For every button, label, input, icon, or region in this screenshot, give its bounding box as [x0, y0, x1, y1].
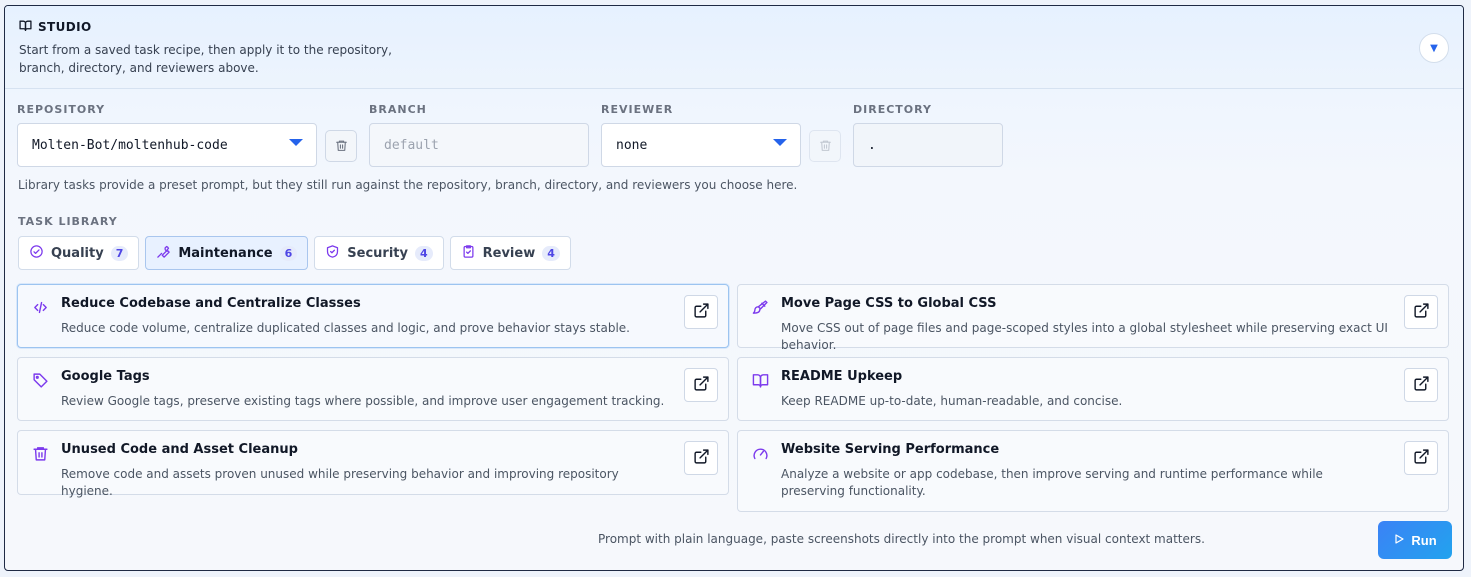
library-tabs: Quality 7 Maintenance 6 Security 4 Revie… — [18, 236, 571, 270]
tab-review[interactable]: Review 4 — [449, 236, 571, 270]
tab-maintenance[interactable]: Maintenance 6 — [145, 236, 309, 270]
run-button[interactable]: Run — [1378, 521, 1452, 559]
open-task-button[interactable] — [1404, 441, 1438, 475]
shield-check-icon — [325, 244, 340, 263]
tab-count: 7 — [110, 245, 129, 261]
open-task-button[interactable] — [1404, 295, 1438, 329]
tab-quality[interactable]: Quality 7 — [18, 236, 140, 270]
external-link-icon — [693, 375, 710, 396]
task-card-title: Move Page CSS to Global CSS — [781, 296, 997, 311]
task-card-description: Move CSS out of page files and page-scop… — [781, 321, 1388, 352]
open-task-button[interactable] — [684, 368, 718, 402]
tab-label: Review — [482, 245, 536, 261]
open-task-button[interactable] — [684, 295, 718, 329]
trash-icon — [32, 445, 50, 463]
prompt-hint: Prompt with plain language, paste screen… — [598, 532, 1205, 546]
task-card-unused-code-cleanup[interactable]: Unused Code and Asset Cleanup Remove cod… — [17, 430, 729, 498]
studio-title: STUDIO — [19, 19, 92, 35]
branch-placeholder: default — [384, 137, 439, 153]
book-icon — [19, 19, 32, 35]
studio-panel: STUDIO Start from a saved task recipe, t… — [4, 5, 1464, 571]
task-card-description: Analyze a website or app codebase, then … — [781, 467, 1323, 498]
tab-label: Maintenance — [178, 245, 273, 261]
task-card-title: Unused Code and Asset Cleanup — [61, 442, 298, 457]
collapse-button[interactable]: ▼ — [1419, 33, 1449, 63]
wrench-icon — [156, 244, 171, 263]
task-card-title: Website Serving Performance — [781, 442, 1000, 457]
directory-label: DIRECTORY — [853, 103, 932, 116]
task-card-website-performance[interactable]: Website Serving Performance Analyze a we… — [737, 430, 1449, 512]
run-label: Run — [1411, 532, 1437, 548]
task-card-description: Remove code and assets proven unused whi… — [61, 467, 619, 498]
reviewer-value: none — [616, 137, 648, 153]
clear-reviewer-button[interactable] — [809, 130, 841, 162]
trash-icon — [819, 137, 832, 156]
paintbrush-icon — [752, 299, 770, 317]
task-card-title: Reduce Codebase and Centralize Classes — [61, 296, 361, 311]
task-card-move-page-css[interactable]: Move Page CSS to Global CSS Move CSS out… — [737, 284, 1449, 352]
task-library-label: TASK LIBRARY — [18, 215, 118, 228]
library-note: Library tasks provide a preset prompt, b… — [18, 178, 798, 192]
directory-input[interactable]: . — [853, 123, 1003, 167]
repository-value: Molten-Bot/moltenhub-code — [32, 137, 228, 153]
tab-label: Quality — [51, 245, 104, 261]
task-card-description: Keep README up-to-date, human-readable, … — [781, 394, 1123, 408]
directory-value: . — [868, 137, 876, 153]
studio-header: STUDIO Start from a saved task recipe, t… — [5, 6, 1463, 89]
studio-title-text: STUDIO — [38, 20, 92, 34]
external-link-icon — [1413, 302, 1430, 323]
branch-input[interactable]: default — [369, 123, 589, 167]
tab-label: Security — [347, 245, 408, 261]
chevron-down-icon: ▼ — [1430, 42, 1438, 54]
gauge-icon — [752, 445, 770, 463]
clipboard-check-icon — [461, 244, 476, 263]
tab-count: 4 — [414, 245, 433, 261]
task-card-title: README Upkeep — [781, 369, 903, 384]
tab-count: 6 — [279, 245, 298, 261]
reviewer-label: REVIEWER — [601, 103, 674, 116]
code-icon — [32, 299, 50, 317]
branch-label: BRANCH — [369, 103, 427, 116]
external-link-icon — [1413, 375, 1430, 396]
play-icon — [1393, 533, 1405, 548]
task-card-reduce-codebase[interactable]: Reduce Codebase and Centralize Classes R… — [17, 284, 729, 348]
book-open-icon — [752, 372, 770, 390]
chevron-down-icon — [289, 139, 303, 146]
external-link-icon — [1413, 448, 1430, 469]
tab-count: 4 — [542, 245, 560, 261]
clear-repository-button[interactable] — [325, 130, 357, 162]
studio-description: Start from a saved task recipe, then app… — [19, 43, 392, 75]
task-card-google-tags[interactable]: Google Tags Review Google tags, preserve… — [17, 357, 729, 421]
task-card-title: Google Tags — [61, 369, 150, 384]
tag-icon — [32, 372, 50, 390]
repository-select[interactable]: Molten-Bot/moltenhub-code — [17, 123, 317, 167]
check-circle-icon — [29, 244, 44, 263]
repository-label: REPOSITORY — [17, 103, 106, 116]
open-task-button[interactable] — [684, 441, 718, 475]
external-link-icon — [693, 302, 710, 323]
reviewer-select[interactable]: none — [601, 123, 801, 167]
tab-security[interactable]: Security 4 — [314, 236, 444, 270]
open-task-button[interactable] — [1404, 368, 1438, 402]
task-card-description: Reduce code volume, centralize duplicate… — [61, 321, 630, 335]
external-link-icon — [693, 448, 710, 469]
task-card-description: Review Google tags, preserve existing ta… — [61, 394, 665, 408]
chevron-down-icon — [773, 139, 787, 146]
task-card-readme-upkeep[interactable]: README Upkeep Keep README up-to-date, hu… — [737, 357, 1449, 421]
trash-icon — [335, 137, 348, 156]
